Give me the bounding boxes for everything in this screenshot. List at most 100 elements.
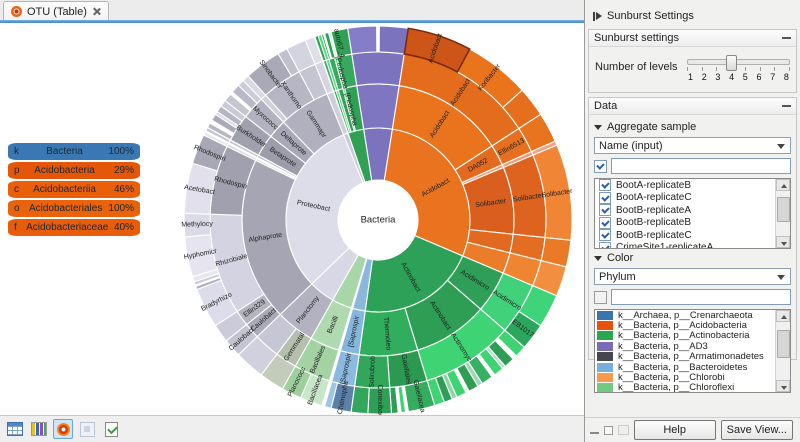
sample-label: BootB-replicateA — [616, 205, 691, 216]
sample-checkbox[interactable] — [599, 192, 611, 204]
tooltip-row: oAcidobacteriales100% — [8, 200, 140, 217]
color-section[interactable]: Color — [594, 252, 791, 264]
tooltip-row: pAcidobacteria29% — [8, 162, 140, 179]
table-view-icon[interactable] — [5, 419, 25, 439]
tab-bar: OTU (Table) — [0, 0, 584, 21]
data-group-title: Data — [594, 100, 617, 112]
sample-list-item[interactable]: BootB-replicateA — [595, 204, 775, 217]
sunburst-segment[interactable] — [357, 84, 400, 129]
color-legend-listbox[interactable]: k__Archaea, p__Crenarchaeotak__Bacteria,… — [594, 309, 791, 393]
scroll-down-icon[interactable] — [776, 236, 790, 248]
select-all-samples-checkbox[interactable] — [594, 160, 607, 173]
sample-checkbox[interactable] — [599, 229, 611, 241]
sunburst-view-icon[interactable] — [53, 419, 73, 439]
grayed-view-icon — [80, 422, 95, 437]
legend-list-item[interactable]: k__Bacteria, p__AD3 — [595, 341, 775, 351]
sunburst-tab-icon — [11, 6, 22, 17]
settings-group-header[interactable]: Sunburst settings — [589, 30, 796, 47]
legend-color-swatch — [597, 363, 613, 372]
sunburst-center-label: Bacteria — [361, 215, 397, 226]
taxonomy-tooltip: kBacteria100%pAcidobacteria29%cAcidobact… — [8, 143, 140, 236]
samples-scrollbar[interactable] — [775, 179, 790, 248]
legend-label: k__Bacteria, p__Chloroflexi — [618, 382, 734, 392]
aggregate-sample-section[interactable]: Aggregate sample — [594, 121, 791, 133]
sample-filter-input[interactable] — [611, 158, 791, 174]
slider-thumb[interactable] — [726, 55, 737, 71]
color-filter-input[interactable] — [611, 289, 791, 305]
sample-checkbox[interactable] — [599, 204, 611, 216]
sample-list-item[interactable]: CrimeSite1-replicateA — [595, 242, 775, 249]
color-filter-checkbox[interactable] — [594, 291, 607, 304]
sample-checkbox[interactable] — [599, 179, 611, 191]
data-group: Data Aggregate sample Name (input) BootA… — [588, 97, 797, 360]
collapse-icon[interactable] — [782, 105, 791, 107]
panel-title: Sunburst Settings — [593, 10, 694, 22]
collapse-icon[interactable] — [782, 37, 791, 39]
collapse-panel-icon[interactable] — [590, 432, 599, 434]
tab-otu-table[interactable]: OTU (Table) — [3, 1, 109, 21]
tab-title: OTU (Table) — [27, 6, 87, 18]
scroll-up-icon[interactable] — [776, 310, 790, 322]
legend-list-item[interactable]: k__Bacteria, p__Actinobacteria — [595, 331, 775, 341]
sample-list-item[interactable]: BootA-replicateC — [595, 192, 775, 205]
legend-label: k__Bacteria, p__Bacteroidetes — [618, 362, 747, 373]
legend-color-swatch — [597, 373, 613, 382]
scrollbar-thumb[interactable] — [777, 330, 790, 358]
legend-list-item[interactable]: k__Archaea, p__Crenarchaeota — [595, 310, 775, 320]
settings-group-title: Sunburst settings — [594, 32, 679, 44]
sample-list-item[interactable]: BootA-replicateB — [595, 179, 775, 192]
color-select[interactable]: Phylum — [594, 268, 791, 285]
colors-scrollbar[interactable] — [775, 310, 790, 392]
sample-list-item[interactable]: BootB-replicateB — [595, 217, 775, 230]
chart-canvas: AcidobactActinobactProteobactAcidobactDA… — [0, 23, 584, 415]
disabled-view-icon — [77, 419, 97, 439]
save-view-button[interactable]: Save View... — [721, 420, 793, 440]
legend-color-swatch — [597, 331, 613, 340]
aggregate-sample-select[interactable]: Name (input) — [594, 137, 791, 154]
chevron-down-icon — [594, 125, 602, 130]
bar-chart-view-icon[interactable] — [29, 419, 49, 439]
color-select-value: Phylum — [599, 271, 636, 283]
side-panel-icon[interactable] — [593, 12, 602, 21]
legend-list-item[interactable]: k__Bacteria, p__Acidobacteria — [595, 320, 775, 330]
sunburst-settings-panel: Sunburst Settings Sunburst settings Numb… — [584, 0, 800, 442]
legend-label: k__Bacteria, p__Actinobacteria — [618, 330, 750, 341]
slider-track[interactable] — [687, 59, 790, 65]
tab-close-icon[interactable] — [92, 7, 101, 16]
scroll-up-icon[interactable] — [776, 179, 790, 191]
legend-color-swatch — [597, 352, 613, 361]
sample-checkbox[interactable] — [599, 242, 611, 248]
sunburst-segment[interactable] — [352, 52, 405, 86]
legend-color-swatch — [597, 311, 613, 320]
segment-label: Conexibac — [376, 384, 383, 415]
legend-list-item[interactable]: k__Bacteria, p__Armatimonadetes — [595, 352, 775, 362]
aggregate-sample-value: Name (input) — [599, 140, 663, 152]
main-view-region: OTU (Table) AcidobactActinobactProteobac… — [0, 0, 584, 442]
report-view-icon[interactable] — [101, 419, 121, 439]
legend-list-item[interactable]: k__Bacteria, p__Bacteroidetes — [595, 362, 775, 372]
sunburst-settings-group: Sunburst settings Number of levels 12345… — [588, 29, 797, 93]
levels-slider[interactable]: 12345678 — [687, 55, 790, 82]
float-panel-icon[interactable] — [604, 426, 614, 435]
data-group-header[interactable]: Data — [589, 98, 796, 115]
sample-filter-row — [594, 158, 791, 174]
legend-color-swatch — [597, 321, 613, 330]
samples-listbox[interactable]: BootA-replicateBBootA-replicateCBootB-re… — [594, 178, 791, 249]
scrollbar-thumb[interactable] — [777, 197, 790, 222]
data-group-body: Aggregate sample Name (input) BootA-repl… — [589, 115, 796, 396]
scroll-down-icon[interactable] — [776, 380, 790, 392]
legend-color-swatch — [597, 342, 613, 351]
sunburst-segment[interactable] — [348, 26, 377, 54]
sample-label: BootB-replicateC — [616, 230, 692, 241]
sample-label: BootB-replicateB — [616, 217, 691, 228]
sample-label: CrimeSite1-replicateA — [616, 242, 713, 248]
sample-checkbox[interactable] — [599, 217, 611, 229]
help-button[interactable]: Help — [634, 420, 716, 440]
legend-list-item[interactable]: k__Bacteria, p__Chlorobi — [595, 372, 775, 382]
stacked-bars-icon — [31, 422, 47, 436]
tooltip-row: fAcidobacteriaceae40% — [8, 219, 140, 236]
legend-list-item[interactable]: k__Bacteria, p__Chloroflexi — [595, 383, 775, 392]
sample-list-item[interactable]: BootB-replicateC — [595, 229, 775, 242]
slider-ticks — [687, 67, 790, 71]
sunburst-segment[interactable] — [379, 26, 408, 54]
